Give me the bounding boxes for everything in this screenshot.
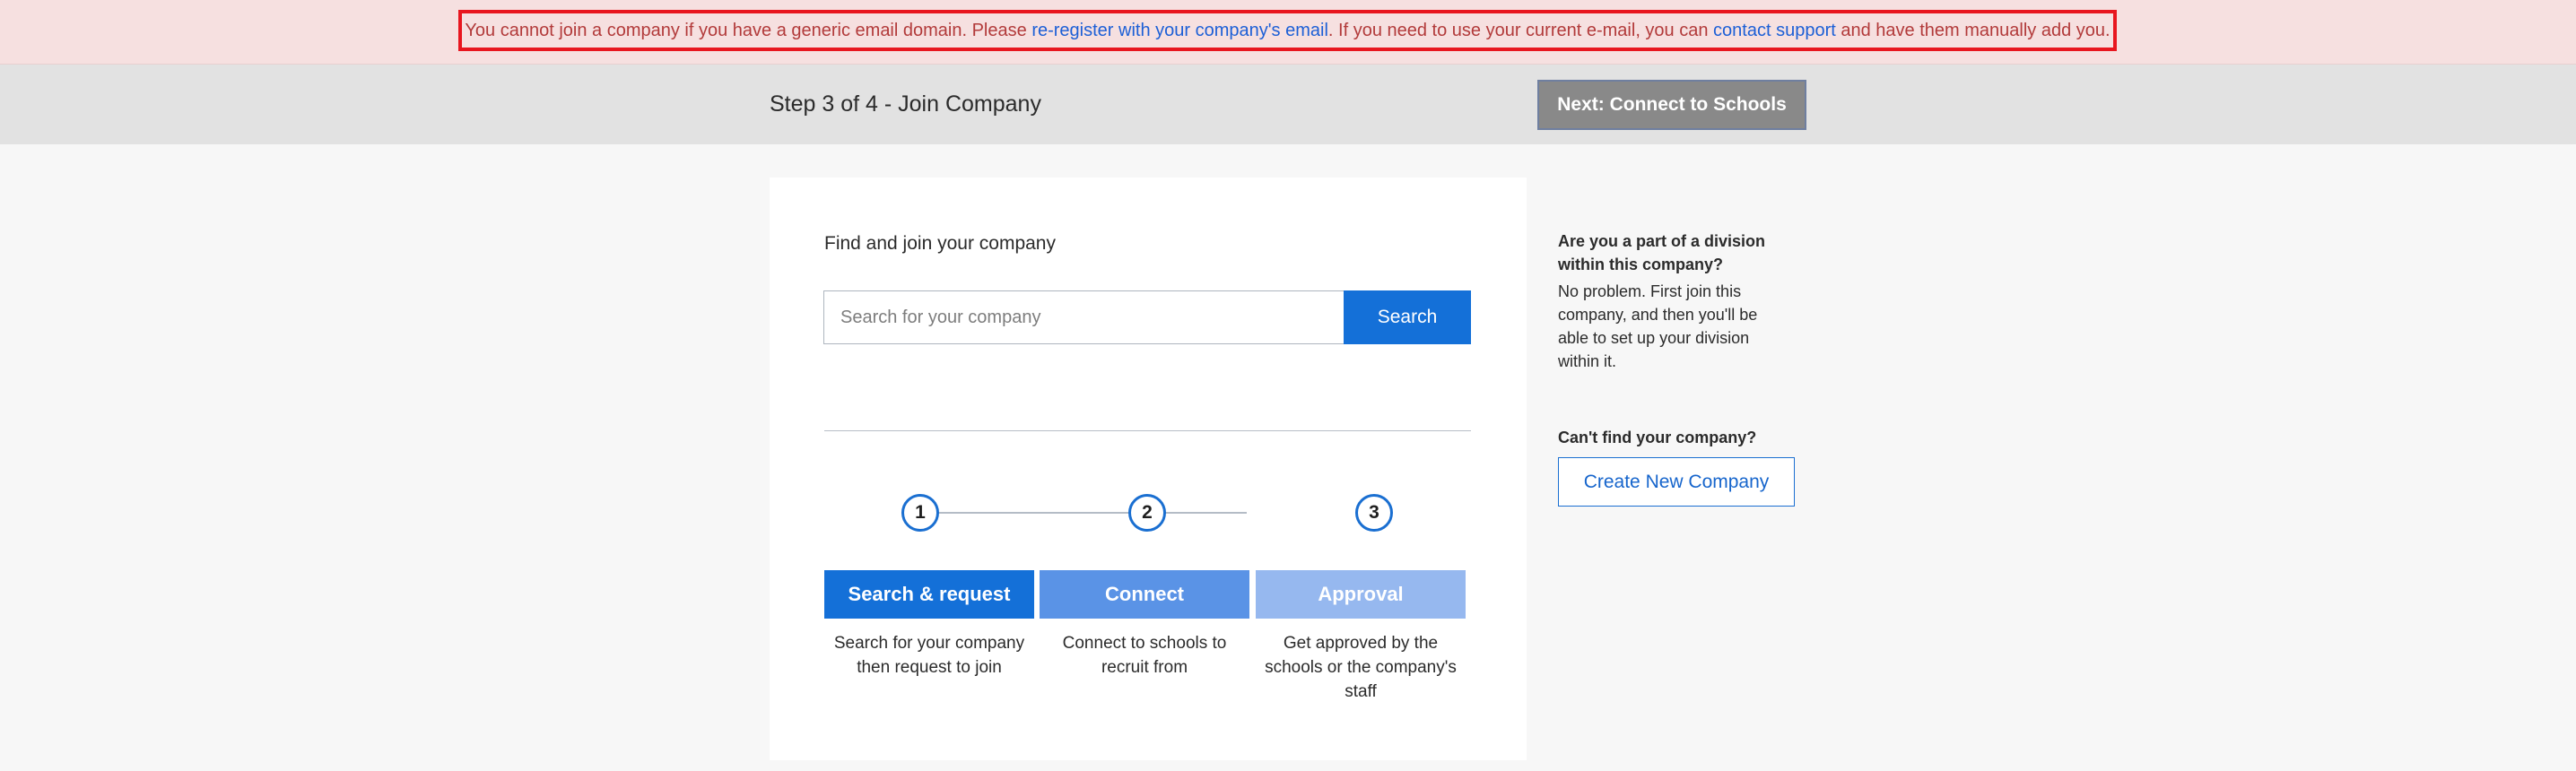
next-connect-schools-button[interactable]: Next: Connect to Schools bbox=[1537, 80, 1806, 130]
phase-desc-line: schools or the company's bbox=[1265, 658, 1457, 677]
alert-banner: You cannot join a company if you have a … bbox=[0, 0, 2576, 65]
phase-approval[interactable]: Approval bbox=[1256, 570, 1466, 619]
find-company-title: Find and join your company bbox=[824, 233, 1056, 254]
division-answer-line: within it. bbox=[1558, 352, 1617, 370]
step-circle-1: 1 bbox=[901, 494, 939, 532]
phase-desc-line: Connect to schools to bbox=[1062, 634, 1227, 653]
division-answer-line: able to set up your division bbox=[1558, 329, 1750, 347]
phase-desc-connect: Connect to schools to recruit from bbox=[1040, 631, 1249, 680]
alert-text-after: and have them manually add you. bbox=[1841, 20, 2110, 40]
division-answer-line: company, and then you'll be bbox=[1558, 306, 1758, 324]
section-divider bbox=[824, 430, 1471, 431]
phase-connect[interactable]: Connect bbox=[1040, 570, 1249, 619]
company-search-input[interactable] bbox=[823, 290, 1362, 344]
step-circle-2: 2 bbox=[1128, 494, 1166, 532]
division-answer-line: No problem. First join this bbox=[1558, 282, 1742, 300]
phase-desc-search-request: Search for your company then request to … bbox=[824, 631, 1034, 680]
division-question-line: Are you a part of a division bbox=[1558, 232, 1766, 250]
division-question: Are you a part of a division within this… bbox=[1558, 230, 1773, 276]
create-new-company-button[interactable]: Create New Company bbox=[1558, 457, 1795, 507]
step-header: Step 3 of 4 - Join Company Next: Connect… bbox=[0, 65, 2576, 144]
phase-desc-approval: Get approved by the schools or the compa… bbox=[1256, 631, 1466, 704]
alert-text-middle: . If you need to use your current e-mail… bbox=[1327, 20, 1709, 40]
contact-support-link[interactable]: contact support bbox=[1713, 21, 1836, 41]
division-question-line: within this company? bbox=[1558, 256, 1724, 273]
step-title: Step 3 of 4 - Join Company bbox=[770, 91, 1041, 117]
phase-search-request[interactable]: Search & request bbox=[824, 570, 1034, 619]
alert-message: You cannot join a company if you have a … bbox=[458, 10, 2117, 51]
phase-desc-line: recruit from bbox=[1101, 658, 1188, 677]
alert-text-before: You cannot join a company if you have a … bbox=[465, 20, 1027, 40]
division-help: Are you a part of a division within this… bbox=[1558, 230, 1773, 373]
phase-desc-line: Get approved by the bbox=[1283, 634, 1439, 653]
cant-find-label: Can't find your company? bbox=[1558, 429, 1757, 446]
division-answer: No problem. First join this company, and… bbox=[1558, 280, 1773, 373]
phase-desc-line: Search for your company bbox=[833, 634, 1025, 653]
stepper-line bbox=[920, 512, 1247, 514]
step-circle-3: 3 bbox=[1355, 494, 1393, 532]
reregister-link[interactable]: re-register with your company's email bbox=[1031, 21, 1328, 41]
search-button[interactable]: Search bbox=[1344, 290, 1471, 344]
join-company-card: Find and join your company Search 1 2 3 … bbox=[770, 178, 1527, 760]
phase-desc-line: then request to join bbox=[857, 658, 1002, 677]
phase-desc-line: staff bbox=[1345, 682, 1377, 701]
